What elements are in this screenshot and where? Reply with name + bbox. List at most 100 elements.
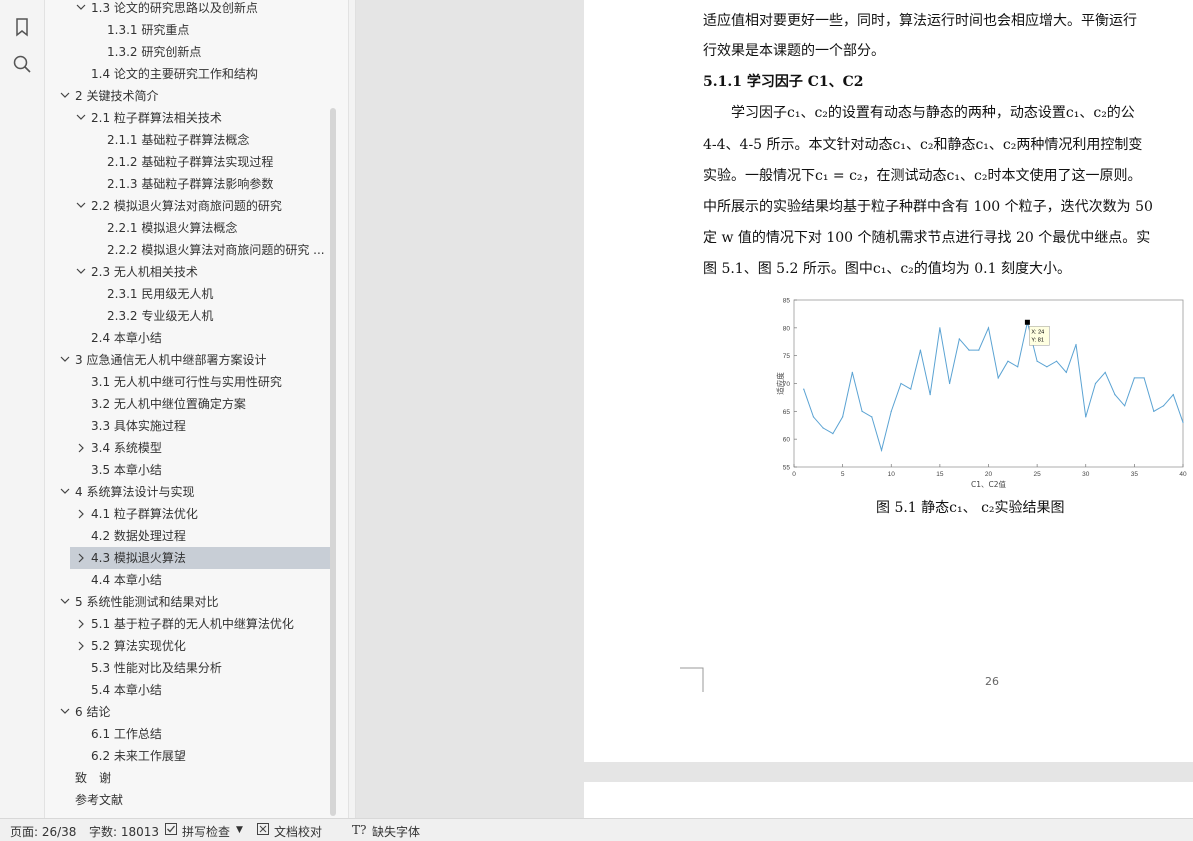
data-point [1007,360,1009,362]
toc-item[interactable]: 3 应急通信无人机中继部署方案设计 [45,349,330,371]
toc-item[interactable]: 2.3.1 民用级无人机 [45,283,330,305]
toc-item[interactable]: 3.5 本章小结 [45,459,330,481]
data-point [1143,377,1145,379]
toc-item-label: 2.1.2 基础粒子群算法实现过程 [107,155,274,169]
data-point [1172,394,1174,396]
toc-item[interactable]: 2 关键技术简介 [45,85,330,107]
toc-item-label: 4.4 本章小结 [91,573,162,587]
chevron-down-icon[interactable]: ▼ [236,825,243,835]
toc-item-label: 2.3.2 专业级无人机 [107,309,214,323]
toc-item-label: 1.3.2 研究创新点 [107,45,202,59]
panel-splitter[interactable] [349,0,356,818]
word-count[interactable]: 字数: 18013 [89,823,159,840]
bookmark-icon[interactable] [11,16,33,38]
chevron-down-icon[interactable] [59,481,71,503]
data-point [968,349,970,351]
toc-item-label: 6.2 未来工作展望 [91,749,186,763]
page-indicator[interactable]: 页面: 26/38 [10,823,76,840]
body-line: 适应值相对要更好一些，同时，算法运行时间也会相应增大。平衡运行 [703,13,1137,29]
toc-item-label: 5.2 算法实现优化 [91,639,186,653]
toc-item[interactable]: 2.3 无人机相关技术 [45,261,330,283]
left-icon-rail [0,0,45,818]
y-tick-label: 80 [783,325,791,332]
toc-item[interactable]: 1.4 论文的主要研究工作和结构 [45,63,330,85]
toc-item[interactable]: 1.3.2 研究创新点 [45,41,330,63]
toc-item[interactable]: 6.1 工作总结 [45,723,330,745]
toc-item[interactable]: 5.2 算法实现优化 [45,635,330,657]
search-icon[interactable] [11,53,33,75]
toc-item[interactable]: 3.2 无人机中继位置确定方案 [45,393,330,415]
plot-area [793,299,1184,468]
data-point [958,338,960,340]
toc-item[interactable]: 4.2 数据处理过程 [45,525,330,547]
toc-item[interactable]: 2.1.2 基础粒子群算法实现过程 [45,151,330,173]
document-compare-icon[interactable] [257,823,269,838]
chevron-right-icon[interactable] [75,635,87,657]
x-tick-label: 5 [841,471,845,478]
data-point [1046,366,1048,368]
document-compare-button[interactable]: 文档校对 [274,823,322,840]
toc-scrollbar[interactable] [330,108,336,816]
chevron-right-icon[interactable] [75,613,87,635]
toc-item-label: 2.1 粒子群算法相关技术 [91,111,222,125]
toc-item[interactable]: 1.3.1 研究重点 [45,19,330,41]
chevron-right-icon[interactable] [75,437,87,459]
chevron-down-icon[interactable] [59,85,71,107]
toc-item[interactable]: 5 系统性能测试和结果对比 [45,591,330,613]
toc-item[interactable]: 4.4 本章小结 [45,569,330,591]
toc-item-label: 5.3 性能对比及结果分析 [91,661,222,675]
data-point [861,410,863,412]
toc-item[interactable]: 参考文献 [45,789,330,811]
chevron-down-icon[interactable] [59,701,71,723]
status-bar: 页面: 26/38 字数: 18013 拼写检查 ▼ 文档校对 T? 缺失字体 [0,818,1193,841]
data-point [832,433,834,435]
toc-item[interactable]: 4 系统算法设计与实现 [45,481,330,503]
data-point [1104,371,1106,373]
chevron-down-icon[interactable] [59,349,71,371]
toc-item[interactable]: 3.4 系统模型 [45,437,330,459]
figure-5-1-chart: 0 5 10 15 20 25 30 35 4055606570758085C1、C2值适应度X… [775,298,1187,490]
toc-item[interactable]: 5.4 本章小结 [45,679,330,701]
toc-item-label: 2.2.2 模拟退火算法对商旅问题的研究 ... [107,243,325,257]
chevron-right-icon[interactable] [75,547,87,569]
chevron-down-icon[interactable] [75,0,87,19]
chevron-down-icon[interactable] [75,107,87,129]
toc-item[interactable]: 3.3 具体实施过程 [45,415,330,437]
toc-item[interactable]: 4.3 模拟退火算法 [70,547,330,569]
chevron-right-icon[interactable] [75,503,87,525]
toc-item[interactable]: 5.1 基于粒子群的无人机中继算法优化 [45,613,330,635]
toc-item[interactable]: 5.3 性能对比及结果分析 [45,657,330,679]
toc-item[interactable]: 2.1 粒子群算法相关技术 [45,107,330,129]
chevron-down-icon[interactable] [75,195,87,217]
chevron-down-icon[interactable] [75,261,87,283]
spell-check-button[interactable]: 拼写检查 [182,823,230,840]
toc-item[interactable]: 2.1.1 基础粒子群算法概念 [45,129,330,151]
toc-item[interactable]: 2.3.2 专业级无人机 [45,305,330,327]
spell-check-icon[interactable] [165,823,177,838]
toc-item[interactable]: 2.1.3 基础粒子群算法影响参数 [45,173,330,195]
missing-font-button[interactable]: 缺失字体 [372,823,420,840]
toc-item[interactable]: 4.1 粒子群算法优化 [45,503,330,525]
data-point [919,349,922,351]
toc-item-label: 2.1.3 基础粒子群算法影响参数 [107,177,274,191]
toc-item-label: 1.4 论文的主要研究工作和结构 [91,67,258,81]
toc-item[interactable]: 3.1 无人机中继可行性与实用性研究 [45,371,330,393]
toc-item[interactable]: 6.2 未来工作展望 [45,745,330,767]
data-point [900,382,902,385]
body-line: 实验。一般情况下c₁ = c₂，在测试动态c₁、c₂时本文使用了这一原则。 [703,168,1142,184]
y-tick-label: 65 [783,409,791,416]
data-point [822,427,824,429]
toc-item[interactable]: 2.4 本章小结 [45,327,330,349]
toc-item[interactable]: 1.3 论文的研究思路以及创新点 [45,0,330,19]
chevron-down-icon[interactable] [59,591,71,613]
data-point [880,449,883,451]
toc-item[interactable]: 6 结论 [45,701,330,723]
x-tick-label: 20 [985,471,993,478]
toc-item[interactable]: 2.2.2 模拟退火算法对商旅问题的研究 ... [45,239,330,261]
toc-item[interactable]: 致 谢 [45,767,330,789]
y-tick-label: 60 [783,437,791,444]
toc-item[interactable]: 2.2.1 模拟退火算法概念 [45,217,330,239]
toc-item[interactable]: 2.2 模拟退火算法对商旅问题的研究 [45,195,330,217]
missing-font-icon[interactable]: T? [352,823,366,837]
data-point [851,371,853,373]
